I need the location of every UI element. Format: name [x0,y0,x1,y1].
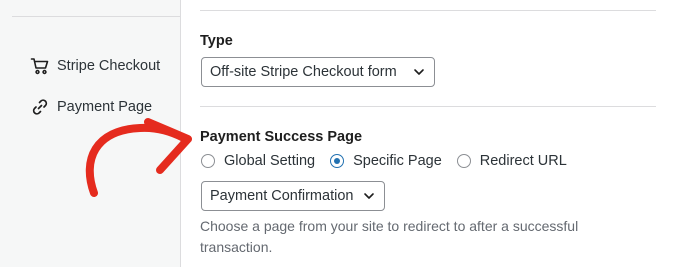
red-arrow-annotation [85,118,192,197]
